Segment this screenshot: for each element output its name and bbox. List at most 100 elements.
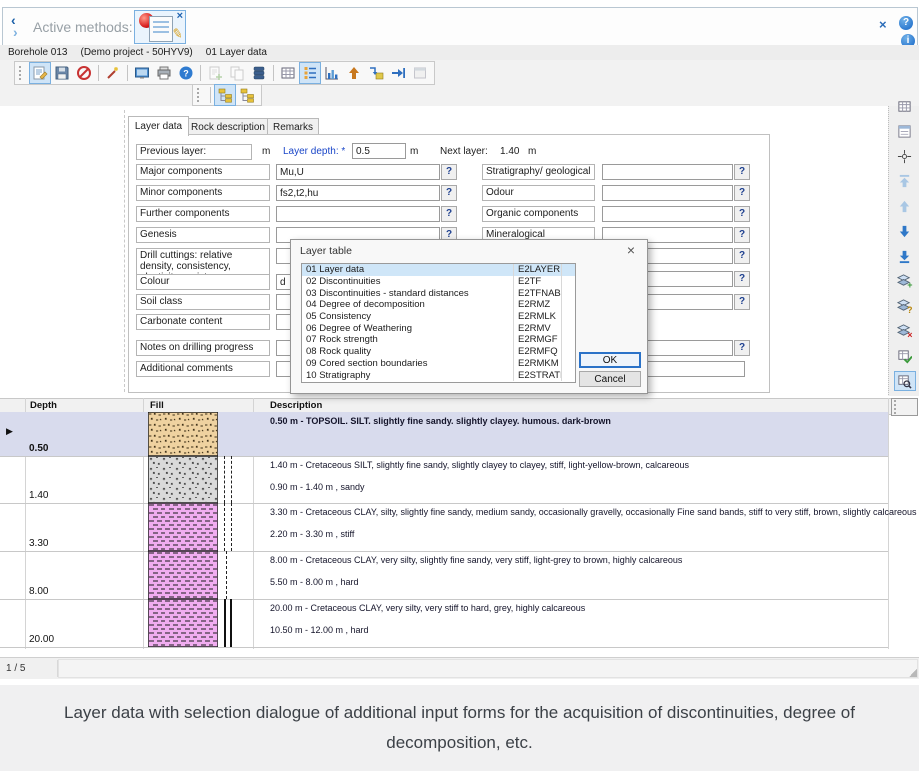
grid-splitter-handle[interactable] xyxy=(891,398,918,416)
current-row-marker-icon: ▶ xyxy=(6,426,13,437)
export-icon[interactable] xyxy=(365,62,387,84)
screen-icon[interactable] xyxy=(131,62,153,84)
field-label: Genesis xyxy=(136,227,270,243)
close-icon[interactable]: × xyxy=(627,242,635,258)
help-button[interactable]: ? xyxy=(734,271,750,287)
ok-button[interactable]: OK xyxy=(579,352,641,368)
help-button[interactable]: ? xyxy=(734,294,750,310)
stratigraphy-input[interactable] xyxy=(602,164,733,180)
layer-row[interactable]: 3.30 3.30 m - Cretaceous CLAY, silty, sl… xyxy=(0,503,888,552)
list-item[interactable]: 07 Rock strengthE2RMGF xyxy=(302,334,575,346)
copy-layer-icon[interactable]: ? xyxy=(894,296,916,316)
layer-sub-description: 5.50 m - 8.00 m , hard xyxy=(270,577,359,587)
list-item[interactable]: 10 StratigraphyE2STRATI xyxy=(302,369,575,381)
list-item[interactable]: 04 Degree of decompositionE2RMZ xyxy=(302,299,575,311)
depth-unit: m xyxy=(410,146,418,157)
close-icon[interactable]: × xyxy=(879,17,887,32)
application-window: ‹ › Active methods: ✎ × × ? i Borehole 0… xyxy=(0,0,919,771)
borehole-title: Borehole 013 xyxy=(8,47,68,58)
status-area xyxy=(58,659,918,678)
wand-icon[interactable] xyxy=(102,62,124,84)
database-icon[interactable] xyxy=(248,62,270,84)
caption-line: Layer data with selection dialogue of ad… xyxy=(20,698,900,728)
help-button[interactable]: ? xyxy=(441,206,457,222)
layer-description: 3.30 m - Cretaceous CLAY, silty, slightl… xyxy=(270,507,916,517)
help-button[interactable]: ? xyxy=(734,164,750,180)
search-table-icon[interactable] xyxy=(894,371,916,391)
pencil-icon: ✎ xyxy=(171,25,185,43)
fill-pattern-topsoil xyxy=(148,412,218,456)
list-item[interactable]: 03 Discontinuities - standard distancesE… xyxy=(302,287,575,299)
next-record-icon[interactable] xyxy=(894,221,916,241)
window-icon[interactable] xyxy=(409,62,431,84)
print-icon[interactable] xyxy=(153,62,175,84)
layer-row[interactable]: 20.00 20.00 m - Cretaceous CLAY, very si… xyxy=(0,599,888,648)
transfer-icon[interactable] xyxy=(387,62,409,84)
layer-description: 1.40 m - Cretaceous SILT, slightly fine … xyxy=(270,460,689,470)
cancel-button[interactable]: Cancel xyxy=(579,371,641,387)
resize-grip[interactable] xyxy=(909,669,917,677)
tab-layer-data[interactable]: Layer data xyxy=(128,116,189,136)
odour-input[interactable] xyxy=(602,185,733,201)
field-label: Odour xyxy=(482,185,595,201)
toolbar-grip[interactable] xyxy=(197,88,204,102)
records-table-icon[interactable] xyxy=(894,96,916,116)
goto-record-icon[interactable] xyxy=(894,146,916,166)
help-button[interactable]: ? xyxy=(734,227,750,243)
record-form-icon[interactable] xyxy=(894,121,916,141)
layer-row[interactable]: 1.40 1.40 m - Cretaceous SILT, slightly … xyxy=(0,456,888,504)
organic-components-input[interactable] xyxy=(602,206,733,222)
help-button[interactable]: ? xyxy=(734,185,750,201)
further-components-input[interactable] xyxy=(276,206,440,222)
active-method-tile[interactable]: ✎ × xyxy=(134,10,186,44)
table-view-icon[interactable] xyxy=(277,62,299,84)
insert-layer-icon[interactable]: + xyxy=(894,271,916,291)
field-label: Carbonate content xyxy=(136,314,270,330)
minor-components-input[interactable] xyxy=(276,185,440,201)
caption-line: decomposition, etc. xyxy=(20,728,900,758)
upload-icon[interactable] xyxy=(343,62,365,84)
edit-record-icon[interactable] xyxy=(29,62,51,84)
layer-row[interactable]: 8.00 8.00 m - Cretaceous CLAY, very silt… xyxy=(0,551,888,600)
tree-structure-icon[interactable] xyxy=(214,84,236,106)
chart-view-icon[interactable] xyxy=(321,62,343,84)
list-item[interactable]: 08 Rock qualityE2RMFQ xyxy=(302,346,575,358)
cancel-icon[interactable] xyxy=(73,62,95,84)
delete-layer-icon[interactable]: × xyxy=(894,321,916,341)
help-button[interactable]: ? xyxy=(441,185,457,201)
close-method-icon[interactable]: × xyxy=(177,11,183,22)
layer-row[interactable]: ▶ 0.50 0.50 m - TOPSOIL. SILT. slightly … xyxy=(0,412,888,457)
help-icon[interactable]: ? xyxy=(899,16,913,30)
list-item[interactable]: 05 ConsistencyE2RMLK xyxy=(302,311,575,323)
major-components-input[interactable] xyxy=(276,164,440,180)
help-icon[interactable] xyxy=(175,62,197,84)
toolbar-grip[interactable] xyxy=(19,66,26,80)
copy-record-icon[interactable] xyxy=(226,62,248,84)
tree-flat-icon[interactable] xyxy=(236,84,258,106)
record-position: 1 / 5 xyxy=(6,663,25,674)
panel-splitter[interactable] xyxy=(124,110,126,392)
help-button[interactable]: ? xyxy=(734,248,750,264)
list-item[interactable]: 06 Degree of WeatheringE2RMV xyxy=(302,322,575,334)
main-toolbar xyxy=(14,61,435,85)
window-titlebar: Borehole 013 (Demo project - 50HYV9) 01 … xyxy=(0,45,919,61)
layer-grid: Depth Fill Description ▶ 0.50 0.50 m - T… xyxy=(0,396,919,657)
nav-forward-icon[interactable]: › xyxy=(13,26,18,38)
first-record-icon[interactable] xyxy=(894,171,916,191)
list-item[interactable]: 02 DiscontinuitiesE2TF xyxy=(302,276,575,288)
field-label: Further components xyxy=(136,206,270,222)
append-record-icon[interactable] xyxy=(204,62,226,84)
apply-table-icon[interactable] xyxy=(894,346,916,366)
layer-depth-input[interactable] xyxy=(352,143,406,159)
previous-record-icon[interactable] xyxy=(894,196,916,216)
fill-pattern-clay xyxy=(148,551,218,599)
list-item[interactable]: 09 Cored section boundariesE2RMKM xyxy=(302,358,575,370)
save-icon[interactable] xyxy=(51,62,73,84)
list-view-icon[interactable] xyxy=(299,62,321,84)
help-button[interactable]: ? xyxy=(734,340,750,356)
help-button[interactable]: ? xyxy=(734,206,750,222)
list-item[interactable]: 01 Layer dataE2LAYER xyxy=(302,264,575,276)
layer-description: 20.00 m - Cretaceous CLAY, very silty, v… xyxy=(270,603,585,613)
last-record-icon[interactable] xyxy=(894,246,916,266)
help-button[interactable]: ? xyxy=(441,164,457,180)
